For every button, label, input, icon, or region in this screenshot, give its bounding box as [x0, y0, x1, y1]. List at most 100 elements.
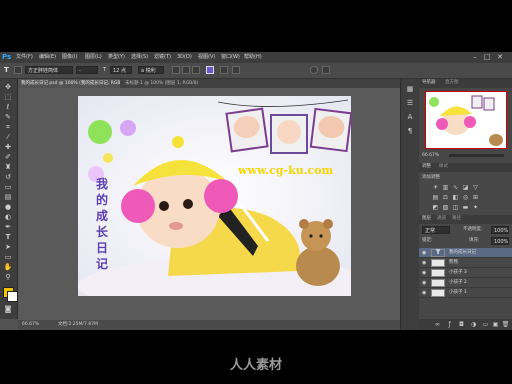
- menu-filter[interactable]: 滤镜(T): [154, 52, 171, 63]
- font-style-select[interactable]: -: [76, 66, 98, 74]
- tab-channels[interactable]: 通道: [437, 215, 446, 223]
- menu-edit[interactable]: 编辑(E): [39, 52, 56, 63]
- warp-text-icon[interactable]: [220, 66, 228, 74]
- character-panel-icon[interactable]: A: [405, 113, 415, 122]
- delete-layer-icon[interactable]: 🗑: [501, 320, 510, 329]
- eyedropper-tool-icon[interactable]: ⁄: [3, 133, 13, 142]
- lasso-tool-icon[interactable]: ℓ: [3, 103, 13, 112]
- layer-name[interactable]: 小孩子 2: [449, 279, 467, 287]
- align-right-icon[interactable]: [192, 66, 200, 74]
- layer-name[interactable]: 小孩子 3: [449, 269, 467, 277]
- text-orientation-icon[interactable]: [14, 66, 22, 74]
- menu-type[interactable]: 类型(Y): [108, 52, 125, 63]
- cancel-edit-icon[interactable]: [310, 66, 318, 74]
- layer-style-icon[interactable]: ƒ: [445, 320, 454, 329]
- minimize-button[interactable]: –: [470, 53, 480, 62]
- channel-mixer-icon[interactable]: ⊞: [471, 193, 480, 202]
- crop-tool-icon[interactable]: ⌗: [3, 123, 13, 132]
- exposure-icon[interactable]: ◪: [461, 183, 470, 192]
- menu-3d[interactable]: 3D(D): [177, 52, 192, 63]
- selective-color-icon[interactable]: ✦: [471, 203, 480, 212]
- align-left-icon[interactable]: [172, 66, 180, 74]
- layer-mask-icon[interactable]: ◘: [457, 320, 466, 329]
- visibility-eye-icon[interactable]: ◉: [422, 280, 428, 286]
- paragraph-panel-icon[interactable]: ¶: [405, 127, 415, 136]
- invert-icon[interactable]: ◩: [431, 203, 440, 212]
- tab-styles[interactable]: 样式: [439, 163, 448, 171]
- path-select-tool-icon[interactable]: ➤: [3, 243, 13, 252]
- text-color-swatch[interactable]: [206, 66, 214, 74]
- zoom-tool-icon[interactable]: ⚲: [3, 273, 13, 282]
- tab-histogram[interactable]: 直方图: [445, 79, 459, 87]
- tab-untitled-document[interactable]: 未标题-1 @ 100% (图层 1, RGB/8): [122, 79, 212, 88]
- marquee-tool-icon[interactable]: ⬚: [3, 93, 13, 102]
- canvas-title-text[interactable]: 我的成长日记: [96, 176, 110, 271]
- status-zoom[interactable]: 66.67%: [22, 321, 39, 329]
- threshold-icon[interactable]: ◫: [451, 203, 460, 212]
- menu-image[interactable]: 图像(I): [62, 52, 77, 63]
- black-white-icon[interactable]: ◧: [451, 193, 460, 202]
- font-family-select[interactable]: 方正胖娃简体: [25, 66, 73, 74]
- tab-layers[interactable]: 图层: [422, 215, 431, 223]
- menu-file[interactable]: 文件(F): [16, 52, 33, 63]
- layer-row-kid-1[interactable]: ◉ 小孩子 1: [419, 288, 512, 298]
- layer-row-bear[interactable]: ◉ 熊熊: [419, 258, 512, 268]
- type-tool-preset-icon[interactable]: T: [4, 66, 9, 74]
- navigator-zoom[interactable]: 66.67%: [422, 152, 439, 159]
- brightness-contrast-icon[interactable]: ☀: [431, 183, 440, 192]
- tab-paths[interactable]: 路径: [452, 215, 461, 223]
- brush-tool-icon[interactable]: ✐: [3, 153, 13, 162]
- history-panel-icon[interactable]: ▦: [405, 85, 415, 94]
- type-tool-icon[interactable]: T: [3, 233, 13, 242]
- eraser-tool-icon[interactable]: ▭: [3, 183, 13, 192]
- hand-tool-icon[interactable]: ✋: [3, 263, 13, 272]
- font-size-select[interactable]: 12 点: [110, 66, 132, 74]
- menu-help[interactable]: 帮助(H): [244, 52, 262, 63]
- new-group-icon[interactable]: ▭: [481, 320, 490, 329]
- gradient-tool-icon[interactable]: ▤: [3, 193, 13, 202]
- maximize-button[interactable]: □: [482, 53, 492, 62]
- document-canvas[interactable]: 我的成长日记 www.cg-ku.com: [78, 96, 351, 296]
- new-fill-layer-icon[interactable]: ◑: [469, 320, 478, 329]
- fill-field[interactable]: 100%: [491, 237, 509, 245]
- layer-name[interactable]: 我的成长日记: [449, 249, 476, 257]
- menu-select[interactable]: 选择(S): [131, 52, 148, 63]
- curves-icon[interactable]: ∿: [451, 183, 460, 192]
- tab-navigator[interactable]: 导航器: [422, 79, 436, 87]
- history-brush-tool-icon[interactable]: ↺: [3, 173, 13, 182]
- quick-select-tool-icon[interactable]: ✎: [3, 113, 13, 122]
- photo-frame-2[interactable]: [270, 114, 308, 154]
- antialias-select[interactable]: a 锐利: [138, 66, 164, 74]
- tab-active-document[interactable]: 我的成长日记.psd @ 100% (我的成长日记, RGB/8) *: [18, 79, 120, 88]
- photo-filter-icon[interactable]: ◎: [461, 193, 470, 202]
- move-tool-icon[interactable]: ✥: [3, 83, 13, 92]
- blend-mode-select[interactable]: 正常: [422, 226, 450, 234]
- layer-row-kid-2[interactable]: ◉ 小孩子 2: [419, 278, 512, 288]
- properties-panel-icon[interactable]: ☰: [405, 99, 415, 108]
- navigator-zoom-slider[interactable]: [449, 154, 504, 157]
- tab-adjustments[interactable]: 调整: [422, 163, 431, 171]
- background-color-swatch[interactable]: [7, 291, 18, 302]
- new-layer-icon[interactable]: ▣: [491, 320, 500, 329]
- navigator-preview[interactable]: [425, 91, 507, 149]
- posterize-icon[interactable]: ▨: [441, 203, 450, 212]
- gradient-map-icon[interactable]: ▬: [461, 203, 470, 212]
- quick-mask-icon[interactable]: ◙: [3, 305, 13, 314]
- levels-icon[interactable]: ▥: [441, 183, 450, 192]
- link-layers-icon[interactable]: ∞: [433, 320, 442, 329]
- menu-layer[interactable]: 图层(L): [85, 52, 102, 63]
- align-center-icon[interactable]: [182, 66, 190, 74]
- clone-stamp-tool-icon[interactable]: ♜: [3, 163, 13, 172]
- close-button[interactable]: ✕: [495, 53, 505, 62]
- visibility-eye-icon[interactable]: ◉: [422, 290, 428, 296]
- visibility-eye-icon[interactable]: ◉: [422, 250, 428, 256]
- vibrance-icon[interactable]: ▽: [471, 183, 480, 192]
- menu-window[interactable]: 窗口(W): [221, 52, 240, 63]
- layer-name[interactable]: 小孩子 1: [449, 289, 467, 297]
- blur-tool-icon[interactable]: ●: [3, 203, 13, 212]
- character-panel-icon[interactable]: [232, 66, 240, 74]
- color-balance-icon[interactable]: ⚖: [441, 193, 450, 202]
- healing-brush-tool-icon[interactable]: ✚: [3, 143, 13, 152]
- menu-view[interactable]: 视图(V): [198, 52, 215, 63]
- photo-frame-3[interactable]: [309, 107, 351, 153]
